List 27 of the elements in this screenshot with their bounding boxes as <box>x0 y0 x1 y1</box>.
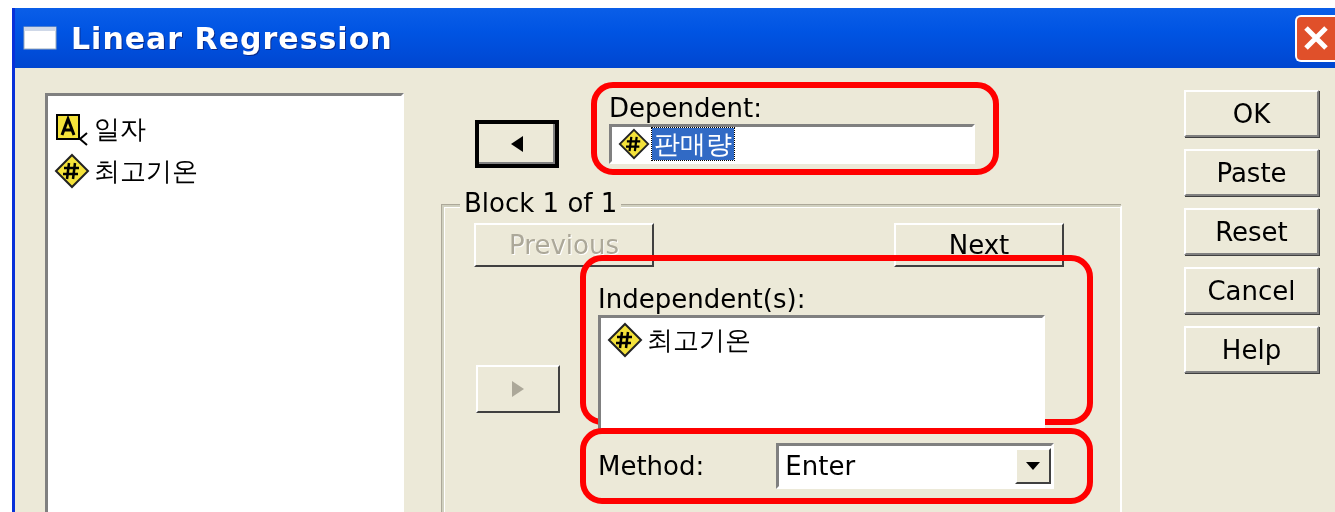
dialog-button[interactable]: Reset <box>1184 208 1319 255</box>
close-button[interactable] <box>1295 14 1335 62</box>
dependent-variable: 판매량 <box>652 128 734 160</box>
dialog-button[interactable]: Paste <box>1184 149 1319 196</box>
dependent-field[interactable]: 판매량 <box>609 124 975 164</box>
variable-item[interactable]: 최고기온 <box>54 150 395 192</box>
move-button[interactable] <box>475 120 559 168</box>
method-dropdown[interactable]: Enter <box>776 443 1055 489</box>
field-label: Dependent: <box>609 92 763 124</box>
left-arrow-icon <box>511 136 523 152</box>
dialog-button[interactable]: OK <box>1184 90 1319 137</box>
field-label: Independent(s): <box>598 283 807 315</box>
dropdown-arrow-icon <box>1026 462 1041 470</box>
numeric-variable-icon <box>618 128 650 160</box>
variable-item[interactable]: 일자 <box>54 108 395 150</box>
dialog-button[interactable]: Help <box>1184 326 1319 373</box>
numeric-variable-icon <box>54 153 90 189</box>
variable-list[interactable]: 일자 최고기온 <box>45 93 404 512</box>
variable-item[interactable]: 최고기온 <box>607 322 1036 358</box>
numeric-variable-icon <box>607 322 643 358</box>
window-title: Linear Regression <box>71 20 394 56</box>
dialog-button[interactable]: Cancel <box>1184 267 1319 314</box>
string-variable-icon <box>54 111 90 147</box>
field-label: Method: <box>598 450 705 482</box>
window-icon <box>23 26 57 50</box>
dropdown-value: Enter <box>785 450 856 482</box>
right-arrow-icon <box>512 381 524 397</box>
